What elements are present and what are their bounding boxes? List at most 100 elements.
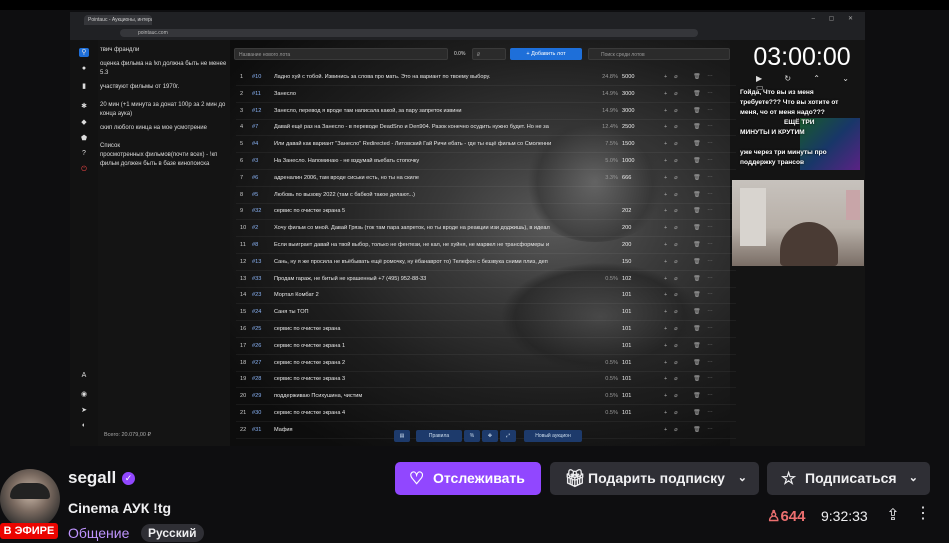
settings-icon[interactable]: ✱ bbox=[79, 102, 89, 111]
lot-row[interactable]: 6 #3 На Занесло. Напоминаю - не вздумай въ… bbox=[236, 153, 736, 170]
auction-icon[interactable]: ⚲ bbox=[79, 48, 89, 57]
lot-row[interactable]: 3 #12 Занесло, перевод я вроде там написал… bbox=[236, 103, 736, 120]
lot-id: #13 bbox=[252, 258, 262, 265]
lot-row[interactable]: 17 #26 сервис по очистке экрана 1 101 +⌀ 🗑︎⋯ bbox=[236, 338, 736, 355]
verified-icon: ✓ bbox=[122, 472, 135, 485]
lot-actions-icon[interactable]: +⌀ 🗑︎⋯ bbox=[664, 287, 734, 303]
github-icon[interactable]: ◉ bbox=[79, 390, 89, 399]
rules-button[interactable]: Правила bbox=[416, 430, 462, 442]
translate-icon[interactable]: A bbox=[79, 372, 89, 381]
lot-search-input[interactable]: Поиск среди лотов bbox=[588, 48, 730, 60]
heart-icon: ♡ bbox=[409, 469, 425, 488]
lot-actions-icon[interactable]: +⌀ 🗑︎⋯ bbox=[664, 355, 734, 371]
channel-info: В ЭФИРЕ segall ✓ Cinema АУК !tg Общение … bbox=[0, 455, 949, 543]
video-player[interactable]: Pointauc - Аукционы, интерак... pointauc… bbox=[70, 12, 865, 446]
lot-amount: 101 bbox=[622, 292, 632, 299]
language-tag[interactable]: Русский bbox=[141, 524, 204, 542]
lot-amount: 666 bbox=[622, 174, 632, 181]
lot-actions-icon[interactable]: +⌀ 🗑︎⋯ bbox=[664, 86, 734, 102]
gift-sub-button[interactable]: 🎁︎ Подарить подписку ⌄ bbox=[550, 462, 759, 495]
channel-name[interactable]: segall bbox=[68, 468, 116, 488]
browser-tab[interactable]: Pointauc - Аукционы, интерак... bbox=[84, 15, 152, 25]
lot-actions-icon[interactable]: +⌀ 🗑︎⋯ bbox=[664, 237, 734, 253]
lot-actions-icon[interactable]: +⌀ 🗑︎⋯ bbox=[664, 136, 734, 152]
lot-id: #8 bbox=[252, 242, 259, 248]
lot-row[interactable]: 4 #7 Давай ещё раз на Занесло - в переводе… bbox=[236, 119, 736, 137]
lot-actions-icon[interactable]: +⌀ 🗑︎⋯ bbox=[664, 271, 734, 287]
chat-overlay: Гойда, Что вы из меня требуете??? Что вы… bbox=[740, 88, 862, 168]
lot-actions-icon[interactable]: +⌀ 🗑︎⋯ bbox=[664, 405, 734, 421]
stats-icon[interactable]: ▮ bbox=[79, 82, 89, 91]
lot-actions-icon[interactable]: +⌀ 🗑︎⋯ bbox=[664, 187, 734, 203]
lot-actions-icon[interactable]: +⌀ 🗑︎⋯ bbox=[664, 170, 734, 186]
percent-button[interactable]: % bbox=[464, 430, 480, 442]
subscribe-label: Подписаться bbox=[805, 470, 897, 486]
lot-row[interactable]: 15 #24 Саня ты ТОП 101 +⌀ 🗑︎⋯ bbox=[236, 304, 736, 322]
lot-row[interactable]: 2 #11 Занесло 14.9% 3000 +⌀ 🗑︎⋯ bbox=[236, 86, 736, 103]
more-options-icon[interactable]: ⋮ bbox=[913, 503, 933, 525]
avatar[interactable] bbox=[0, 469, 60, 529]
lot-actions-icon[interactable]: +⌀ 🗑︎⋯ bbox=[664, 119, 734, 135]
lot-actions-icon[interactable]: +⌀ 🗑︎⋯ bbox=[664, 422, 734, 438]
lot-row[interactable]: 19 #28 сервис по очистке экрана 3 0.5% 101 +⌀… bbox=[236, 371, 736, 389]
lot-amount-input[interactable]: ₽ bbox=[472, 48, 506, 60]
subscribe-button[interactable]: ☆ Подписаться ⌄ bbox=[767, 462, 930, 495]
category-link[interactable]: Общение bbox=[68, 525, 129, 541]
lot-amount: 5000 bbox=[622, 74, 635, 80]
lot-actions-icon[interactable]: +⌀ 🗑︎⋯ bbox=[664, 338, 734, 354]
shield-icon[interactable]: ⬟ bbox=[79, 134, 89, 143]
lot-name: адреналин 2006, там вроде сиськи есть, н… bbox=[274, 174, 420, 181]
lot-actions-icon[interactable]: +⌀ 🗑︎⋯ bbox=[664, 69, 734, 85]
lot-row[interactable]: 14 #23 Мортал Комбат 2 101 +⌀ 🗑︎⋯ bbox=[236, 287, 736, 305]
lot-percent: 5.0% bbox=[605, 158, 618, 164]
lot-name-input[interactable]: Название нового лота bbox=[234, 48, 448, 60]
lot-row[interactable]: 9 #32 сервис по очистке экрана 5 202 +⌀ 🗑︎⋯ bbox=[236, 203, 736, 221]
trash-icon[interactable]: ▤ bbox=[394, 430, 410, 442]
lot-row[interactable]: 8 #5 Любовь по вызову 2022 (там с бабкой т… bbox=[236, 187, 736, 204]
lot-actions-icon[interactable]: +⌀ 🗑︎⋯ bbox=[664, 304, 734, 320]
lot-actions-icon[interactable]: +⌀ 🗑︎⋯ bbox=[664, 371, 734, 387]
history-icon[interactable]: ◆ bbox=[79, 118, 89, 127]
lot-actions-icon[interactable]: +⌀ 🗑︎⋯ bbox=[664, 321, 734, 337]
lot-actions-icon[interactable]: +⌀ 🗑︎⋯ bbox=[664, 103, 734, 119]
expand-icon[interactable]: ⤢ bbox=[500, 430, 516, 442]
auction-toolbar: ▤ Правила % ✥ ⤢ Новый аукцион bbox=[390, 430, 590, 444]
logout-icon[interactable]: ⏻ bbox=[79, 166, 89, 175]
lot-row[interactable]: 10 #2 Хочу фильм со мной. Давай Грязь (ток… bbox=[236, 220, 736, 238]
lot-row[interactable]: 13 #33 Продам гараж, не битый не крашенный… bbox=[236, 271, 736, 288]
palette-icon[interactable]: ◐ bbox=[79, 422, 89, 431]
auction-nav: ⚲ ● ▮ ✱ ◆ ⬟ ? ⏻ A ◉ ➤ ◐ bbox=[70, 40, 98, 446]
lot-actions-icon[interactable]: +⌀ 🗑︎⋯ bbox=[664, 203, 734, 219]
lot-actions-icon[interactable]: +⌀ 🗑︎⋯ bbox=[664, 153, 734, 169]
lot-row[interactable]: 16 #25 сервис по очистке экрана 101 +⌀ 🗑︎⋯ bbox=[236, 321, 736, 338]
user-icon[interactable]: ● bbox=[79, 65, 89, 74]
lot-row[interactable]: 7 #6 адреналин 2006, там вроде сиськи есть… bbox=[236, 170, 736, 187]
lot-row[interactable]: 20 #29 поддерживаю Психушина, чистим 0.5% 10… bbox=[236, 388, 736, 406]
address-bar[interactable]: pointauc.com bbox=[120, 29, 698, 37]
add-lot-button[interactable]: + Добавить лот bbox=[510, 48, 582, 60]
follow-button[interactable]: ♡ Отслеживать bbox=[395, 462, 541, 495]
telegram-icon[interactable]: ➤ bbox=[79, 406, 89, 415]
new-auction-button[interactable]: Новый аукцион bbox=[524, 430, 582, 442]
share-icon[interactable]: ⇪ bbox=[884, 505, 902, 525]
lot-actions-icon[interactable]: +⌀ 🗑︎⋯ bbox=[664, 388, 734, 404]
help-icon[interactable]: ? bbox=[79, 150, 89, 159]
lot-row[interactable]: 1 #10 Ладно хуй с тобой. Извинись за слова… bbox=[236, 69, 736, 86]
rule-line: Список bbox=[100, 143, 120, 149]
lot-row[interactable]: 21 #30 сервис по очистке экрана 4 0.5% 101 +⌀… bbox=[236, 405, 736, 422]
lot-number: 20 bbox=[240, 393, 247, 400]
lot-number: 3 bbox=[240, 107, 244, 114]
lot-row[interactable]: 5 #4 Или давай как вариант "Занесло" Redir… bbox=[236, 136, 736, 154]
lot-name: Любовь по вызову 2022 (там с бабкой тако… bbox=[274, 191, 416, 198]
rule-line: просмотренных фильмов(почти всех) - !кп … bbox=[100, 152, 218, 167]
lot-actions-icon[interactable]: +⌀ 🗑︎⋯ bbox=[664, 220, 734, 236]
lot-row[interactable]: 11 #8 Если выиграет давай на твой выбор, т… bbox=[236, 237, 736, 254]
lot-actions-icon[interactable]: +⌀ 🗑︎⋯ bbox=[664, 254, 734, 270]
lot-row[interactable]: 12 #13 Сань, ну я же просила не въёбывать … bbox=[236, 254, 736, 271]
lot-row[interactable]: 18 #27 сервис по очистке экрана 2 0.5% 101 +⌀… bbox=[236, 355, 736, 372]
move-icon[interactable]: ✥ bbox=[482, 430, 498, 442]
lot-id: #2 bbox=[252, 225, 259, 232]
lot-name: сервис по очистке экрана bbox=[274, 326, 341, 332]
lot-number: 2 bbox=[240, 90, 244, 97]
lot-percent: 0.5% bbox=[605, 393, 618, 400]
